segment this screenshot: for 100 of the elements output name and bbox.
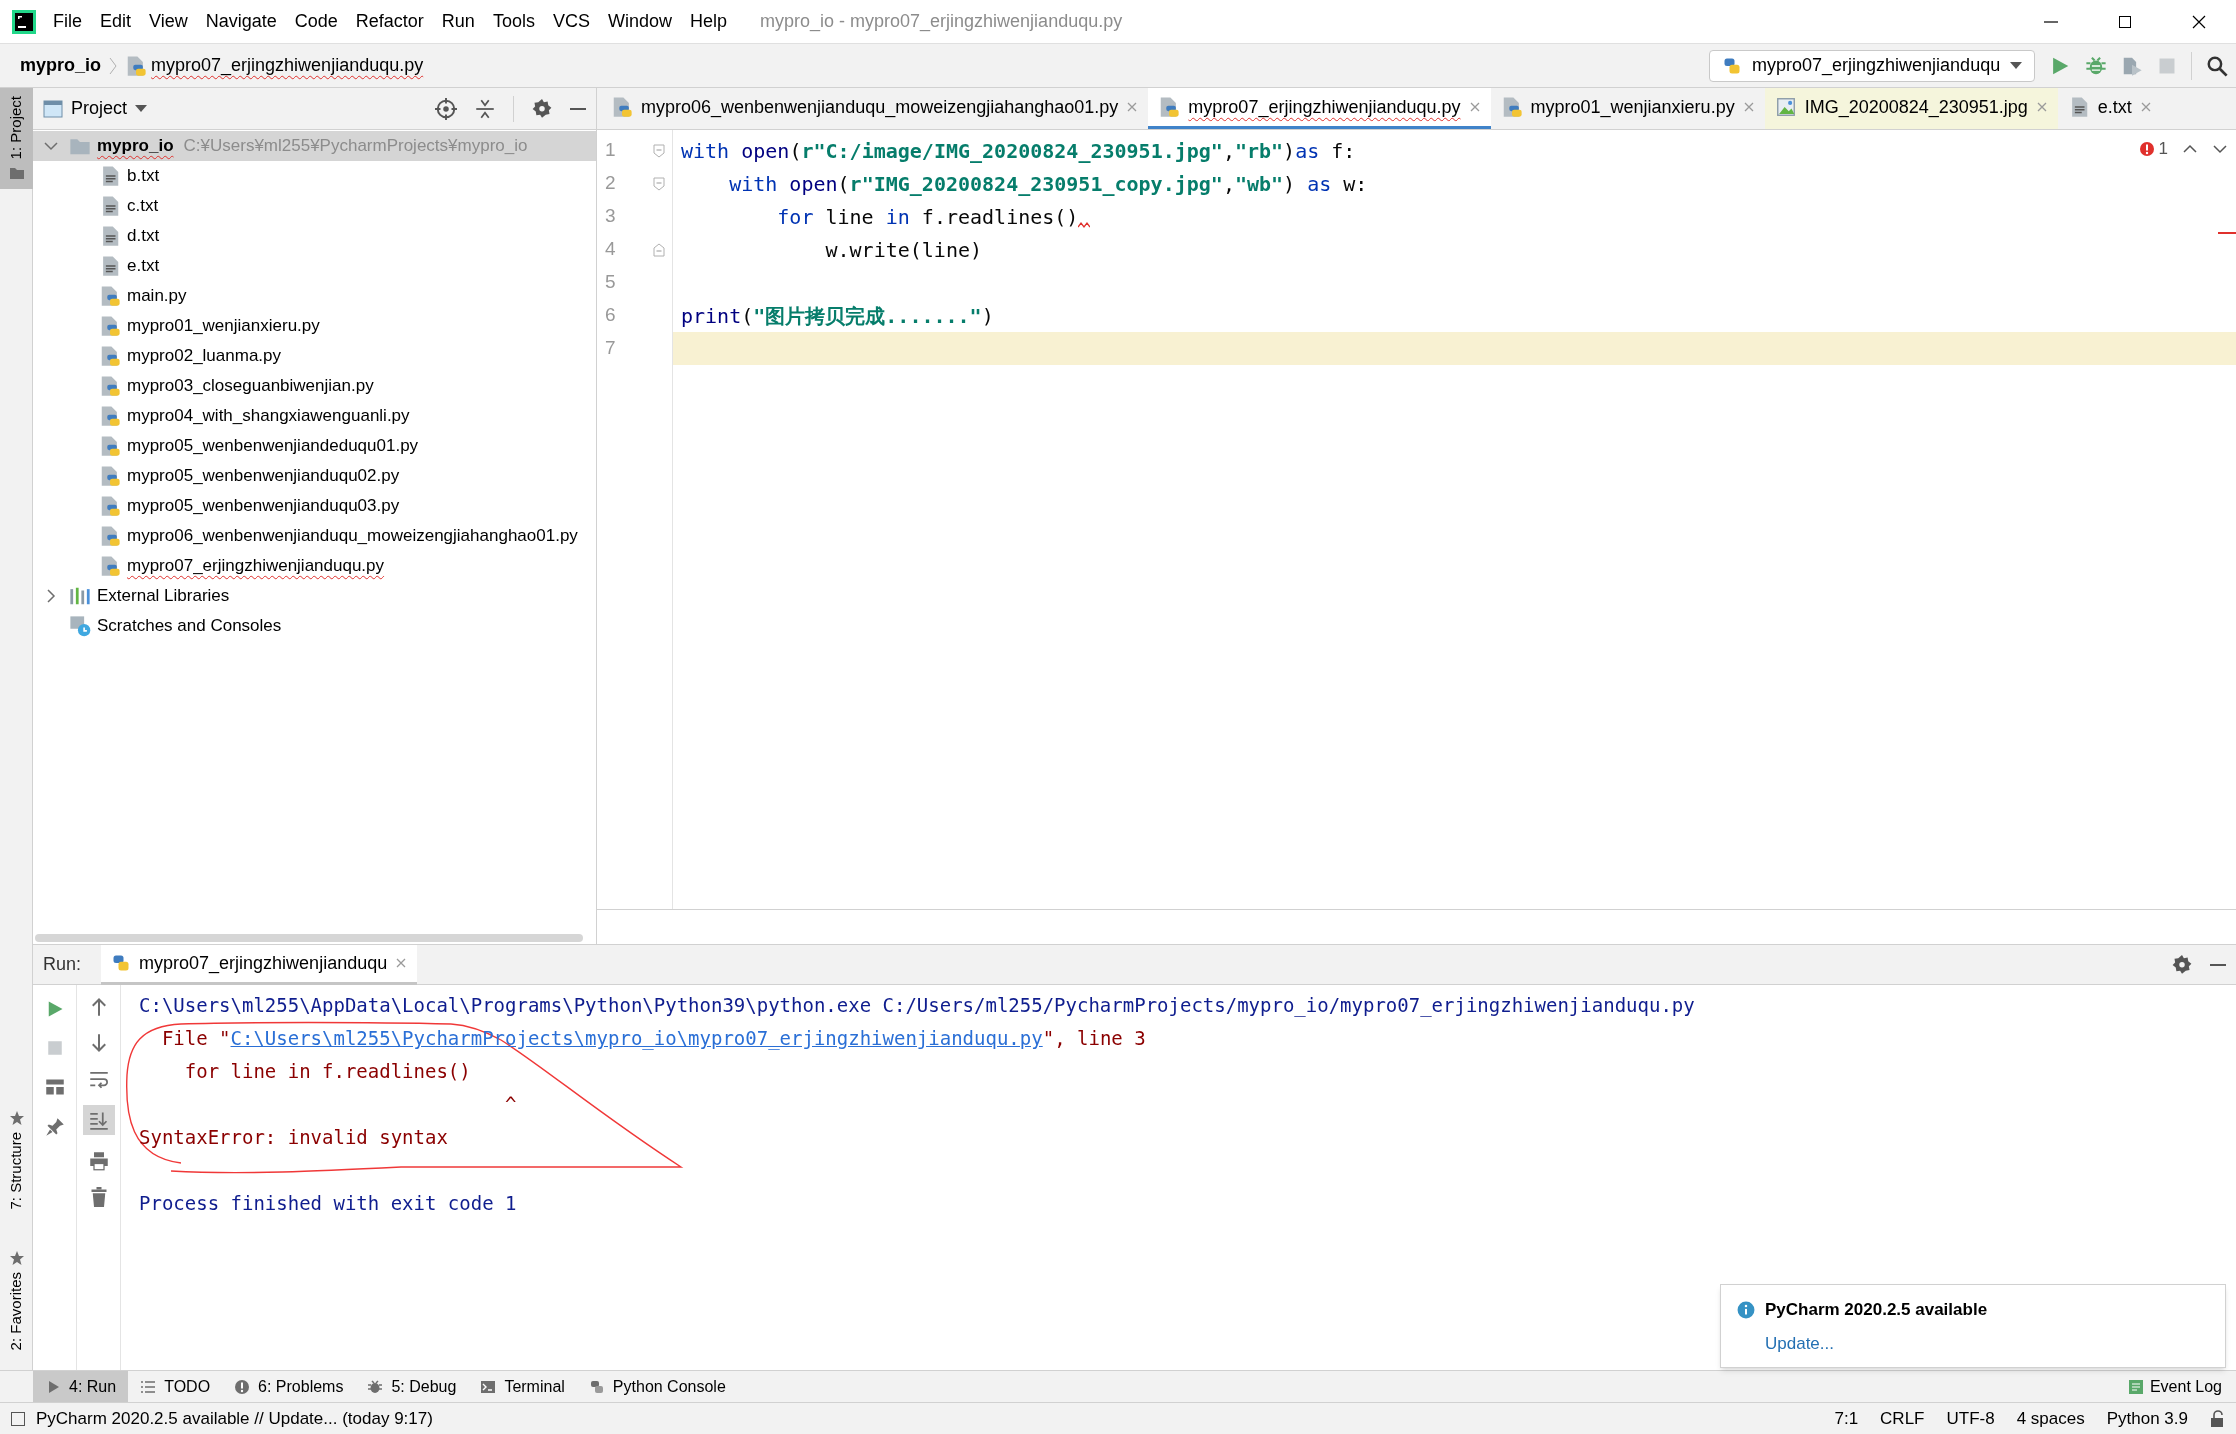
- log-icon: [2127, 1378, 2144, 1395]
- soft-wrap-icon[interactable]: [88, 1069, 109, 1089]
- line-number: 3: [604, 204, 617, 229]
- maximize-icon: [2117, 13, 2133, 30]
- tree-item[interactable]: mypro02_luanma.py: [33, 341, 596, 371]
- fold-marker-icon[interactable]: [653, 176, 665, 191]
- python-icon: [588, 1378, 605, 1395]
- minimize-icon[interactable]: [2210, 963, 2226, 966]
- python-file-icon: [99, 495, 121, 517]
- tree-item[interactable]: b.txt: [33, 161, 596, 191]
- scroll-to-end-button[interactable]: [82, 1105, 115, 1135]
- status-item[interactable]: Python 3.9: [2106, 1405, 2188, 1432]
- tree-item[interactable]: d.txt: [33, 221, 596, 251]
- tool-window-tab[interactable]: Python Console: [576, 1371, 738, 1402]
- update-link[interactable]: Update...: [1765, 1330, 1834, 1356]
- tool-window-tab[interactable]: Terminal: [468, 1371, 577, 1402]
- horizontal-scrollbar[interactable]: [35, 934, 583, 942]
- tree-item[interactable]: e.txt: [33, 251, 596, 281]
- tool-window-tab[interactable]: 5: Debug: [355, 1371, 469, 1402]
- status-item[interactable]: UTF-8: [1946, 1405, 1995, 1432]
- python-icon: [111, 953, 132, 973]
- tree-item[interactable]: mypro05_wenbenwenjiandeduqu01.py: [33, 431, 596, 461]
- close-icon[interactable]: [2139, 101, 2152, 113]
- status-item[interactable]: 7:1: [1834, 1405, 1859, 1432]
- minimize-icon[interactable]: [570, 107, 586, 110]
- star-icon: [8, 1249, 25, 1266]
- search-icon[interactable]: [2206, 54, 2228, 77]
- fold-marker-icon[interactable]: [653, 143, 665, 158]
- tree-item[interactable]: External Libraries: [33, 581, 596, 611]
- run-tab[interactable]: mypro07_erjingzhiwenjianduqu: [101, 944, 418, 985]
- breadcrumb[interactable]: mypro07_erjingzhiwenjianduqu.py: [123, 52, 426, 79]
- close-icon[interactable]: [1126, 101, 1139, 113]
- scratch-clock-icon: [69, 615, 91, 637]
- menu-item[interactable]: Run: [432, 2, 484, 41]
- menu-item[interactable]: Window: [598, 2, 681, 41]
- line-number: 5: [604, 270, 617, 295]
- panel-toggle-icon[interactable]: [10, 1410, 26, 1427]
- tree-item[interactable]: mypro05_wenbenwenjianduqu02.py: [33, 461, 596, 491]
- tree-item[interactable]: mypro01_wenjianxieru.py: [33, 311, 596, 341]
- python-file-icon: [99, 285, 121, 307]
- editor-tab[interactable]: IMG_20200824_230951.jpg: [1764, 88, 2058, 129]
- menu-item[interactable]: Refactor: [346, 2, 433, 41]
- tool-window-tab[interactable]: TODO: [128, 1371, 223, 1402]
- collapse-all-icon[interactable]: [475, 98, 495, 119]
- tree-item[interactable]: main.py: [33, 281, 596, 311]
- breadcrumb[interactable]: mypro_io: [18, 52, 104, 79]
- tool-window-tab[interactable]: 1: Project: [0, 88, 33, 190]
- pin-icon[interactable]: [44, 1117, 65, 1137]
- tree-item[interactable]: c.txt: [33, 191, 596, 221]
- tree-item[interactable]: Scratches and Consoles: [33, 611, 596, 641]
- python-file-icon: [611, 96, 633, 118]
- tree-item[interactable]: mypro04_with_shangxiawenguanli.py: [33, 401, 596, 431]
- print-icon[interactable]: [88, 1151, 109, 1171]
- editor-tab[interactable]: e.txt: [2057, 88, 2162, 129]
- event-log-tab[interactable]: Event Log: [2127, 1371, 2222, 1402]
- menu-item[interactable]: Tools: [483, 2, 544, 41]
- close-icon[interactable]: [2035, 101, 2048, 113]
- project-view-dropdown[interactable]: Project: [43, 95, 148, 122]
- tree-item[interactable]: mypro03_closeguanbiwenjian.py: [33, 371, 596, 401]
- app-logo-icon: [12, 9, 36, 34]
- menu-item[interactable]: Code: [285, 2, 347, 41]
- tool-window-tab[interactable]: 2: Favorites: [0, 1241, 33, 1358]
- status-item[interactable]: CRLF: [1880, 1405, 1925, 1432]
- python-file-icon: [99, 315, 121, 337]
- close-icon[interactable]: [1742, 101, 1755, 113]
- close-icon[interactable]: [395, 957, 408, 969]
- status-message[interactable]: PyCharm 2020.2.5 available // Update... (today 9:17): [36, 1405, 433, 1432]
- menu-item[interactable]: Edit: [91, 2, 141, 41]
- menu-item[interactable]: Help: [680, 2, 736, 41]
- editor-tab[interactable]: mypro06_wenbenwenjianduqu_moweizengjiahanghao01.py: [601, 88, 1149, 129]
- layout-icon[interactable]: [44, 1077, 65, 1097]
- tree-item[interactable]: mypro06_wenbenwenjianduqu_moweizengjiahanghao01.py: [33, 521, 596, 551]
- tool-window-tab[interactable]: 4: Run: [33, 1371, 129, 1402]
- close-icon[interactable]: [1468, 101, 1481, 113]
- run-configuration-dropdown[interactable]: mypro07_erjingzhiwenjianduqu: [1709, 49, 2035, 82]
- line-number: 7: [604, 336, 617, 361]
- lock-icon[interactable]: [2210, 1409, 2226, 1428]
- library-icon: [69, 585, 91, 607]
- tree-item[interactable]: mypro_io C:¥Users¥ml255¥PycharmProjects¥mypro_io: [33, 131, 596, 161]
- editor-tab[interactable]: mypro01_wenjianxieru.py: [1490, 88, 1765, 129]
- locate-crosshair-icon[interactable]: [435, 97, 457, 120]
- tree-item[interactable]: mypro05_wenbenwenjianduqu03.py: [33, 491, 596, 521]
- problems-indicator[interactable]: 1: [2138, 136, 2168, 162]
- tree-item[interactable]: mypro07_erjingzhiwenjianduqu.py: [33, 551, 596, 581]
- console-line: SyntaxError: invalid syntax: [139, 1125, 448, 1151]
- line-number: 1: [604, 138, 617, 163]
- fold-marker-icon[interactable]: [653, 242, 665, 257]
- menu-item[interactable]: View: [140, 2, 197, 41]
- menu-item[interactable]: File: [44, 2, 91, 41]
- code-line: print("图片拷贝完成......."): [681, 302, 994, 330]
- menu-item[interactable]: Navigate: [196, 2, 286, 41]
- debug-bug-icon[interactable]: [2085, 54, 2107, 77]
- menu-item[interactable]: VCS: [543, 2, 599, 41]
- status-item[interactable]: 4 spaces: [2016, 1405, 2085, 1432]
- tool-window-tab[interactable]: 7: Structure: [0, 1102, 33, 1218]
- image-file-icon: [1774, 96, 1797, 118]
- settings-gear-icon[interactable]: [2172, 954, 2192, 975]
- editor-tab[interactable]: mypro07_erjingzhiwenjianduqu.py: [1148, 88, 1491, 129]
- tool-window-tab[interactable]: 6: Problems: [222, 1371, 356, 1402]
- settings-gear-icon[interactable]: [532, 98, 552, 119]
